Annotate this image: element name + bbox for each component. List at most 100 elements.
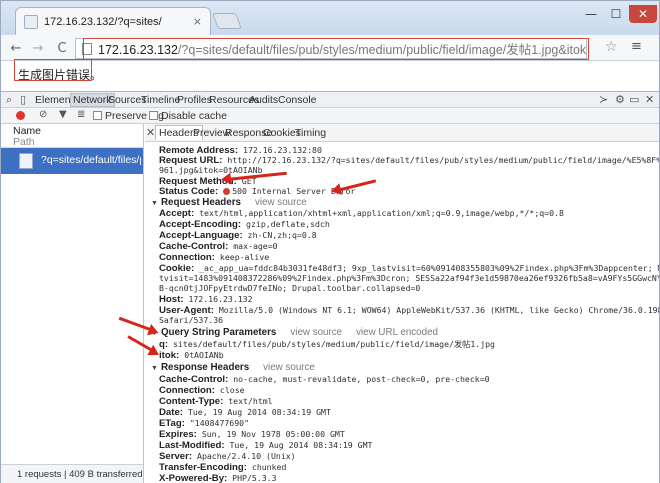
header-row: Connection: keep-alive — [159, 252, 269, 263]
close-window-button[interactable]: ✕ — [629, 5, 657, 23]
device-mode-icon[interactable]: ▯ — [20, 93, 26, 106]
header-row: B-qcn0tjJOFpyEtrdwD7feINo; Drupal.toolba… — [159, 283, 420, 293]
view-source-link[interactable]: view source — [290, 327, 342, 338]
general-value: 172.16.23.132:80 — [243, 145, 322, 155]
filter-icon[interactable]: ▼ — [59, 109, 67, 120]
bookmark-star-icon[interactable]: ☆ — [605, 39, 618, 55]
devtools-tab-bar: ⌕ ▯ Elements Network Sources Timeline Pr… — [1, 92, 659, 108]
header-key: Date: — [159, 407, 183, 418]
header-key: Accept-Language: — [159, 230, 243, 241]
minimize-button[interactable]: — — [579, 5, 603, 23]
status-error-icon — [223, 188, 231, 195]
header-value: text/html,application/xhtml+xml,applicat… — [199, 208, 564, 218]
expand-triangle-icon[interactable]: ▼ — [151, 200, 158, 207]
back-arrow-icon[interactable]: ← — [7, 39, 25, 57]
tab-console[interactable]: Console — [278, 94, 317, 106]
maximize-button[interactable]: ☐ — [605, 5, 627, 23]
header-row: Last-Modified: Tue, 19 Aug 2014 08:34:19… — [159, 440, 372, 451]
url-annotation-box — [83, 38, 589, 60]
header-row: Content-Type: text/html — [159, 396, 273, 407]
header-value: Apache/2.4.10 (Unix) — [197, 451, 296, 461]
header-key: ETag: — [159, 418, 185, 429]
browser-window: 172.16.23.132/?q=sites/ × — ☐ ✕ ← → C 17… — [0, 0, 660, 483]
header-value: B-qcn0tjJOFpyEtrdwD7feINo; Drupal.toolba… — [159, 283, 421, 293]
disable-cache-checkbox[interactable] — [149, 111, 158, 120]
header-key: Cache-Control: — [159, 241, 229, 252]
request-row[interactable]: ?q=sites/default/files/pub... — [1, 148, 143, 174]
browser-menu-icon[interactable]: ≡ — [631, 39, 642, 54]
header-value: "1408477690" — [189, 418, 250, 428]
tab-profiles[interactable]: Profiles — [177, 94, 212, 106]
reload-icon[interactable]: C — [53, 39, 71, 57]
header-value: Tue, 19 Aug 2014 08:34:19 GMT — [229, 440, 373, 450]
header-key: Accept: — [159, 208, 195, 219]
path-column-header: Path — [13, 136, 35, 148]
view-source-link[interactable]: view source — [255, 197, 307, 208]
expand-triangle-icon[interactable]: ▼ — [151, 365, 158, 372]
header-row: Connection: close — [159, 385, 245, 396]
request-headers-section[interactable]: ▼ Request Headers view source — [151, 197, 307, 208]
header-key: Accept-Encoding: — [159, 219, 242, 230]
header-value: Tue, 19 Aug 2014 08:34:19 GMT — [187, 407, 331, 417]
header-row: Cache-Control: no-cache, must-revalidate… — [159, 374, 490, 385]
browser-tab[interactable]: 172.16.23.132/?q=sites/ × — [15, 7, 211, 35]
header-value: chunked — [251, 462, 287, 472]
header-value: max-age=0 — [233, 241, 278, 251]
page-content: 生成图片错误。 — [1, 62, 659, 92]
header-key: Last-Modified: — [159, 440, 225, 451]
settings-gear-icon[interactable]: ⚙ — [615, 93, 625, 106]
error-annotation-box — [14, 59, 92, 81]
header-value: close — [219, 385, 245, 395]
header-value: _ac_app_ua=fddc84b3031fe48df3; 9xp_lastv… — [199, 263, 659, 273]
tab-close-icon[interactable]: × — [193, 15, 202, 28]
dock-icon[interactable]: ▭ — [629, 93, 639, 106]
clear-icon[interactable]: ⊘ — [39, 109, 47, 120]
view-url-encoded-link[interactable]: view URL encoded — [356, 327, 438, 338]
record-icon[interactable] — [16, 111, 25, 120]
header-key: Server: — [159, 451, 193, 462]
header-key: Transfer-Encoding: — [159, 462, 247, 473]
general-value: http://172.16.23.132/?q=sites/default/fi… — [227, 155, 659, 165]
query-value: sites/default/files/pub/styles/medium/pu… — [173, 339, 495, 349]
list-view-icon[interactable]: ≣ — [77, 109, 85, 120]
view-source-link[interactable]: view source — [263, 362, 315, 373]
header-value: 172.16.23.132 — [188, 294, 253, 304]
query-row: itok: 0tAOIANb — [159, 350, 224, 361]
response-headers-section[interactable]: ▼ Response Headers view source — [151, 362, 315, 373]
header-row: ETag: "1408477690" — [159, 418, 249, 429]
header-row: Accept-Language: zh-CN,zh;q=0.8 — [159, 230, 317, 241]
page-favicon-icon — [24, 14, 38, 29]
devtools-panel: ⌕ ▯ Elements Network Sources Timeline Pr… — [1, 91, 659, 483]
header-row: Safari/537.36 — [159, 315, 223, 325]
forward-arrow-icon[interactable]: → — [29, 39, 47, 57]
request-name: ?q=sites/default/files/pub... — [41, 154, 141, 166]
header-key: Connection: — [159, 252, 215, 263]
inspect-icon[interactable]: ⌕ — [6, 93, 12, 107]
close-details-icon[interactable]: ✕ — [146, 126, 155, 139]
new-tab-button[interactable] — [212, 13, 242, 29]
section-title: Response Headers — [160, 362, 250, 373]
query-key: itok: — [159, 350, 180, 361]
disable-cache-label: Disable cache — [161, 110, 227, 122]
document-icon — [19, 153, 33, 169]
query-row: q: sites/default/files/pub/styles/medium… — [159, 339, 495, 350]
detail-tab-bar: ✕ Headers Preview Response Cookies Timin… — [145, 124, 659, 142]
header-value: no-cache, must-revalidate, post-check=0,… — [233, 374, 490, 384]
header-row: Date: Tue, 19 Aug 2014 08:34:19 GMT — [159, 407, 331, 418]
general-value: 961.jpg&itok=0tAOIANb — [159, 165, 263, 175]
header-key: Content-Type: — [159, 396, 224, 407]
query-params-section[interactable]: ▼Query String Parametersview sourceview … — [151, 327, 438, 338]
header-value: PHP/5.3.3 — [232, 473, 277, 483]
header-value: tvisit=1483%091408372286%09%2Findex.php%… — [159, 273, 659, 283]
console-drawer-icon[interactable]: ≻ — [599, 93, 608, 106]
header-row: Expires: Sun, 19 Nov 1978 05:00:00 GMT — [159, 429, 345, 440]
tab-timeline[interactable]: Timeline — [141, 94, 180, 106]
close-devtools-icon[interactable]: ✕ — [645, 93, 654, 106]
network-status-bar: 1 requests | 409 B transferred | 362 ... — [1, 464, 177, 483]
preserve-log-checkbox[interactable] — [93, 111, 102, 120]
tab-audits[interactable]: Audits — [249, 94, 278, 106]
section-title: Request Headers — [160, 197, 241, 208]
network-toolbar: ⊘ ▼ ≣ Preserve log Disable cache — [1, 108, 659, 124]
tab-timing[interactable]: Timing — [295, 127, 326, 139]
title-bar: 172.16.23.132/?q=sites/ × — ☐ ✕ — [1, 1, 659, 35]
